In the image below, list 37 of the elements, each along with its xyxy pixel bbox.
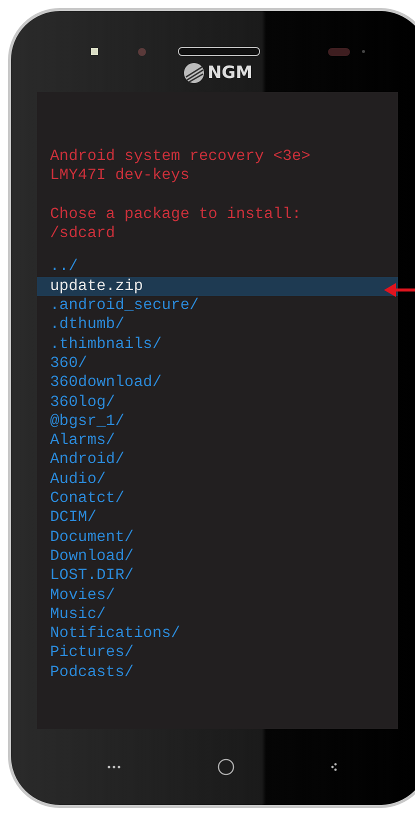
file-entry[interactable]: Notifications/ [37, 624, 398, 644]
file-entry[interactable]: Audio/ [37, 470, 398, 490]
brand-logo: NGM [207, 63, 253, 83]
recovery-header: Android system recovery <3e> [49, 147, 312, 166]
file-entry[interactable]: Conatct/ [37, 489, 398, 508]
speaker-grille-icon [178, 47, 260, 56]
file-entry[interactable]: .thimbnails/ [37, 334, 398, 354]
file-entry[interactable]: Document/ [37, 528, 398, 547]
file-entry[interactable]: @bgsr_1/ [37, 412, 398, 432]
recovery-header: LMY47I dev-keys [49, 166, 191, 186]
prompt-text: /sdcard [49, 224, 116, 244]
file-entry[interactable]: Android/ [37, 450, 398, 470]
file-entry[interactable]: Music/ [37, 604, 398, 624]
file-entry[interactable]: Movies/ [37, 586, 398, 605]
camera-icon [138, 48, 146, 56]
home-circle-icon[interactable] [217, 758, 235, 776]
shell-logo-icon [183, 62, 206, 84]
file-entry[interactable]: Download/ [37, 546, 398, 566]
menu-dots-icon[interactable] [107, 765, 121, 769]
file-entry[interactable]: DCIM/ [37, 508, 398, 528]
file-entry[interactable]: 360/ [37, 354, 398, 374]
led-dot-icon [362, 50, 365, 53]
pointer-arrow-icon [384, 283, 415, 297]
file-entry[interactable]: Pictures/ [37, 643, 398, 663]
file-entry[interactable]: LOST.DIR/ [37, 566, 398, 586]
light-sensor-icon [91, 48, 98, 55]
file-entry[interactable]: ../ [37, 257, 398, 277]
file-entry[interactable]: update.zip [37, 276, 398, 296]
file-entry[interactable]: 360download/ [37, 373, 398, 393]
back-dots-icon[interactable] [331, 763, 337, 771]
file-entry[interactable]: .dthumb/ [37, 315, 398, 335]
file-entry[interactable]: .android_secure/ [37, 296, 398, 316]
prompt-text: Chose a package to install: [49, 204, 302, 224]
file-entry[interactable]: Podcasts/ [37, 662, 398, 682]
proximity-sensor-icon [328, 48, 350, 56]
file-entry[interactable]: 360log/ [37, 392, 398, 412]
file-entry[interactable]: Alarms/ [37, 431, 398, 450]
